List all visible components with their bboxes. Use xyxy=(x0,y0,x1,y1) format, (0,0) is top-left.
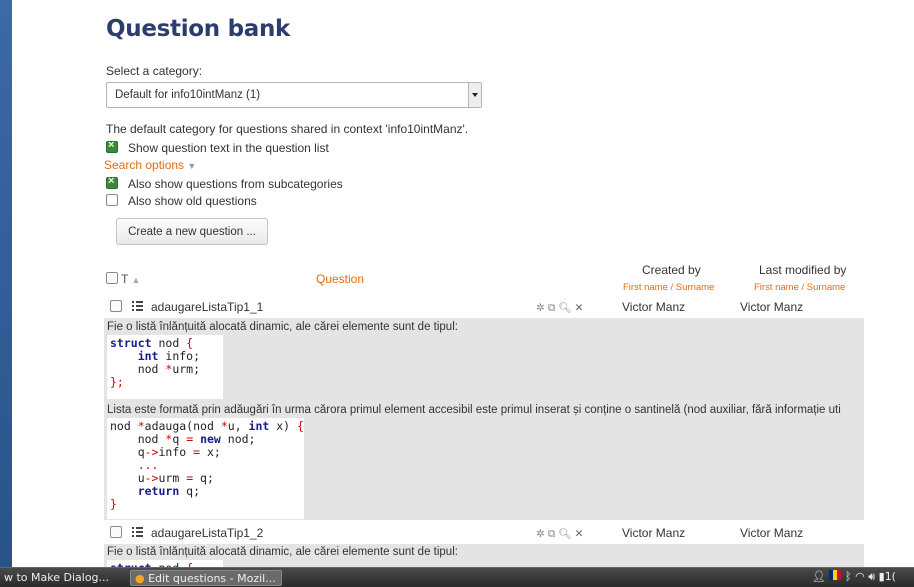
taskbar-task-dialog[interactable]: w to Make Dialog... xyxy=(0,570,124,586)
show-question-text-label: Show question text in the question list xyxy=(128,141,329,155)
gear-icon[interactable]: ✲ xyxy=(536,302,548,314)
question-1-text-intro: Fie o listă înlănțuită alocată dinamic, … xyxy=(107,321,458,333)
question-2-name: adaugareListaTip1_2 xyxy=(151,526,264,540)
question-1-text: Fie o listă înlănțuită alocată dinamic, … xyxy=(104,318,864,520)
old-questions-label: Also show old questions xyxy=(128,194,257,208)
show-question-text-checkbox[interactable] xyxy=(106,139,118,153)
code-snippet-function: nod *adauga(nod *u, int x) { nod *q = ne… xyxy=(107,418,304,519)
clock[interactable]: 1( xyxy=(885,570,896,583)
question-1-modified-by: Victor Manz xyxy=(740,300,804,314)
created-sort-links[interactable]: First name / Surname xyxy=(623,282,714,293)
category-selected-value: Default for info10intManz (1) xyxy=(115,89,261,101)
sort-ascending-icon: ▲ xyxy=(131,275,141,285)
question-2-actions: ✲⧉🔍︎✕ xyxy=(536,527,586,541)
category-description: The default category for questions share… xyxy=(106,122,469,136)
question-1-text-body: Lista este formată prin adăugări în urma… xyxy=(107,404,841,416)
desktop-edge xyxy=(0,0,12,567)
search-icon[interactable]: 🔍︎ xyxy=(558,302,574,314)
copy-icon[interactable]: ⧉ xyxy=(548,302,559,314)
user-icon[interactable]: 👤︎ xyxy=(812,570,826,583)
category-select[interactable]: Default for info10intManz (1) xyxy=(106,82,482,108)
multichoice-question-icon xyxy=(132,527,143,537)
old-questions-checkbox[interactable] xyxy=(106,194,118,206)
close-icon[interactable]: ✕ xyxy=(575,528,587,540)
firefox-icon: ● xyxy=(135,572,145,585)
taskbar-task-firefox[interactable]: ● Edit questions - Mozil... xyxy=(130,570,282,586)
question-2-text-intro: Fie o listă înlănțuită alocată dinamic, … xyxy=(107,546,458,558)
taskbar: w to Make Dialog... ● Edit questions - M… xyxy=(0,567,914,587)
question-1-checkbox[interactable] xyxy=(110,300,122,312)
question-2-created-by: Victor Manz xyxy=(622,526,686,540)
multichoice-question-icon xyxy=(132,301,143,311)
chevron-down-icon: ▼ xyxy=(187,161,197,171)
question-1-name: adaugareListaTip1_1 xyxy=(151,300,264,314)
category-label: Select a category: xyxy=(106,64,203,78)
sort-by-type[interactable]: T ▲ xyxy=(121,272,140,286)
question-2-text: Fie o listă înlănțuită alocată dinamic, … xyxy=(104,544,864,567)
subcategories-checkbox[interactable] xyxy=(106,175,118,189)
bluetooth-icon[interactable]: ᛒ xyxy=(845,570,852,583)
volume-icon[interactable]: 🔊︎ xyxy=(868,570,875,583)
column-created-header: Created by xyxy=(642,263,701,277)
search-options-toggle[interactable]: Search options ▼ xyxy=(104,158,196,172)
keyboard-layout-flag-icon[interactable] xyxy=(829,570,842,583)
gear-icon[interactable]: ✲ xyxy=(536,528,548,540)
browser-page: Question bank Select a category: Default… xyxy=(12,0,914,567)
select-all-checkbox[interactable] xyxy=(106,272,118,284)
column-question-header[interactable]: Question xyxy=(316,272,364,286)
taskbar-task-firefox-label: Edit questions - Mozil... xyxy=(148,572,276,585)
question-1-actions: ✲⧉🔍︎✕ xyxy=(536,301,586,315)
copy-icon[interactable]: ⧉ xyxy=(548,528,559,540)
column-modified-header: Last modified by xyxy=(759,263,847,277)
wifi-icon[interactable]: ◠ xyxy=(855,570,865,583)
code-snippet-struct: struct nod { int info; nod *urm; }; xyxy=(107,335,223,399)
modified-sort-links[interactable]: First name / Surname xyxy=(754,282,845,293)
column-type-header: T xyxy=(121,272,129,286)
close-icon[interactable]: ✕ xyxy=(575,302,587,314)
subcategories-label: Also show questions from subcategories xyxy=(128,177,343,191)
chevron-down-icon[interactable] xyxy=(468,83,481,107)
search-options-label: Search options xyxy=(104,158,185,172)
code-snippet-struct: struct nod { xyxy=(107,560,223,567)
question-1-created-by: Victor Manz xyxy=(622,300,686,314)
question-2-checkbox[interactable] xyxy=(110,526,122,538)
page-title: Question bank xyxy=(106,16,291,42)
search-icon[interactable]: 🔍︎ xyxy=(558,528,574,540)
create-new-question-button[interactable]: Create a new question ... xyxy=(116,218,268,245)
system-tray: 👤︎ ᛒ ◠ 🔊︎ ▮1( xyxy=(812,570,896,584)
question-2-modified-by: Victor Manz xyxy=(740,526,804,540)
